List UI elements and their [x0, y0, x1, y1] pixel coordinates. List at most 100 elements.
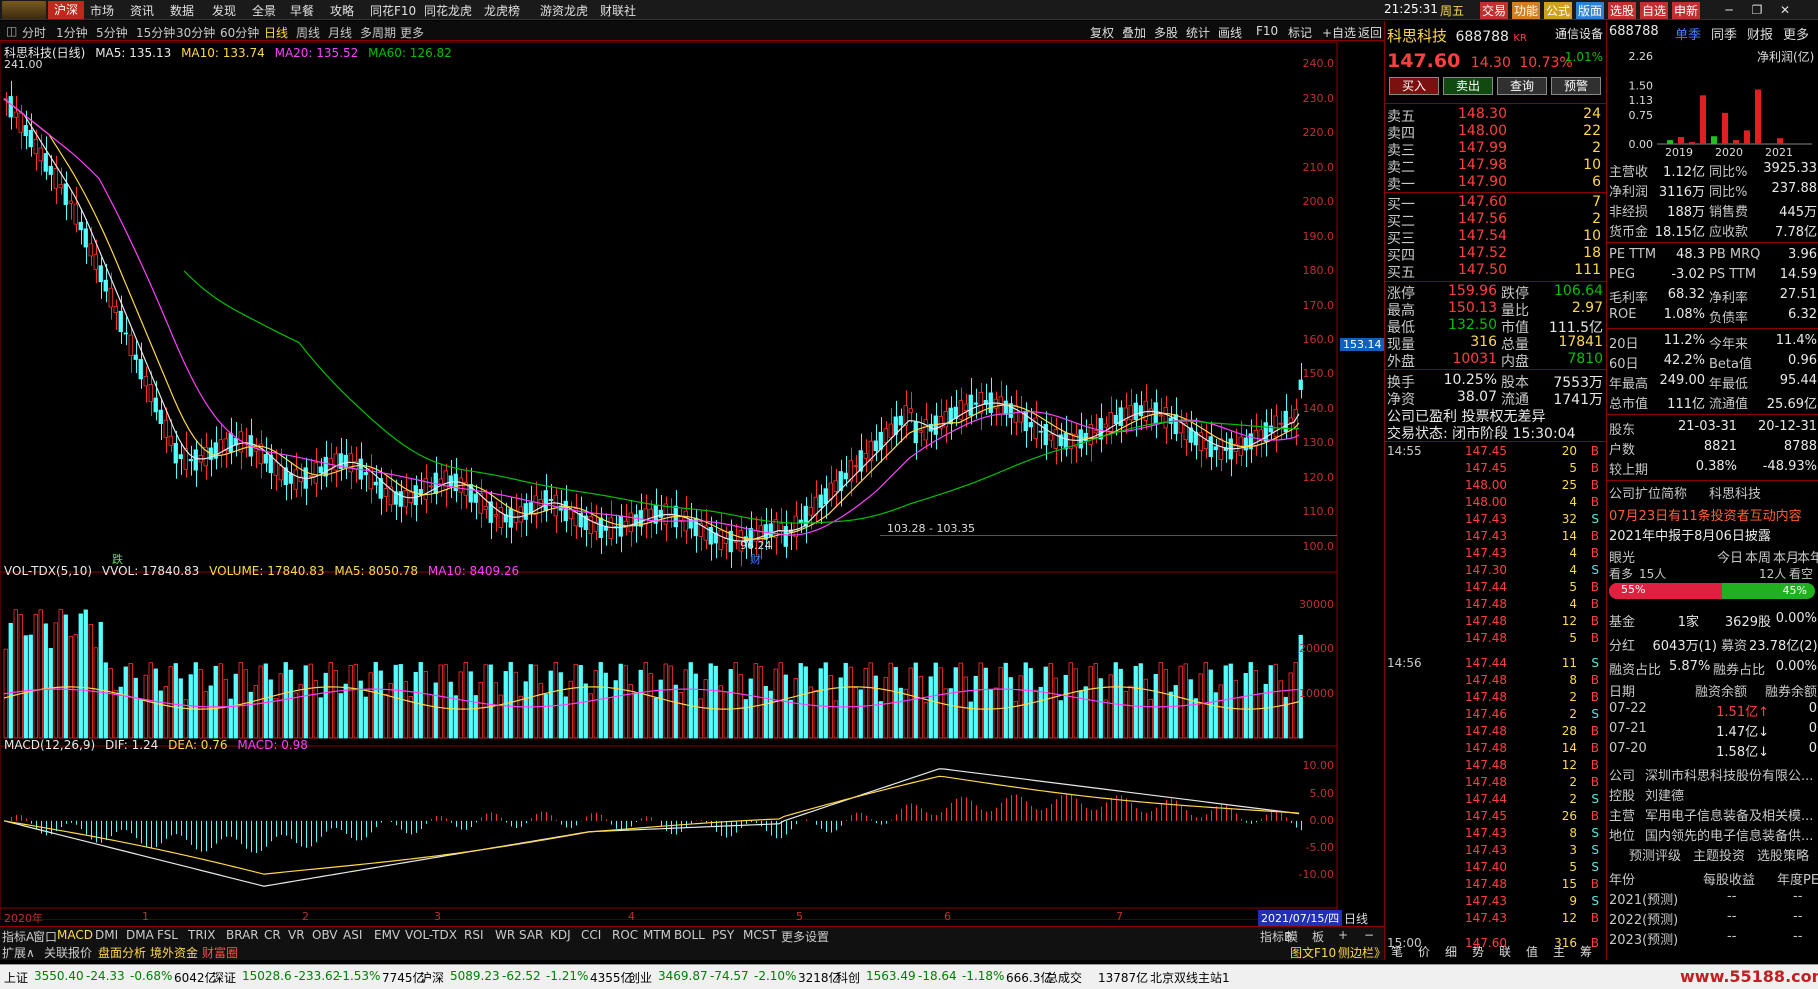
menu-tab-0[interactable]: 交易	[1480, 2, 1509, 19]
period-tab-9[interactable]: 多周期	[360, 24, 396, 41]
server-label[interactable]: 北京双线主站1	[1150, 969, 1230, 986]
bottom-tab-0[interactable]: 扩展∧	[2, 944, 35, 961]
indicator-tab-9[interactable]: VR	[288, 928, 305, 942]
sell-button[interactable]: 卖出	[1443, 77, 1493, 95]
period-tab-2[interactable]: 5分钟	[96, 24, 128, 41]
menu-item-10[interactable]: 游资龙虎	[540, 2, 588, 19]
menu-item-0[interactable]: 市场	[90, 2, 114, 19]
buy-button[interactable]: 买入	[1389, 77, 1439, 95]
f10-tab-0[interactable]: 单季	[1675, 24, 1701, 43]
menu-item-1[interactable]: 资讯	[130, 2, 154, 19]
toolbar-action-4[interactable]: 画线	[1218, 24, 1242, 41]
menu-tab-3[interactable]: 版面	[1576, 2, 1605, 19]
menu-item-hushen[interactable]: 沪深	[48, 1, 85, 19]
minimize-icon[interactable]: ─	[1718, 1, 1740, 19]
indicator-right-3[interactable]: +	[1338, 928, 1348, 942]
period-tab-8[interactable]: 月线	[328, 24, 352, 41]
quote-tab-7[interactable]: 筹	[1580, 943, 1592, 960]
quote-tab-0[interactable]: 笔	[1391, 943, 1403, 960]
bottom-tab-1[interactable]: 关联报价	[44, 944, 92, 961]
kline-chart-svg[interactable]	[0, 41, 1384, 921]
close-icon[interactable]: ✕	[1774, 1, 1796, 19]
indicator-tab-11[interactable]: ASI	[343, 928, 362, 942]
toolbar-action-8[interactable]: 返回	[1358, 24, 1382, 41]
bottom-tab-4[interactable]: 财富圈	[202, 944, 238, 961]
indicator-tab-10[interactable]: OBV	[312, 928, 338, 942]
menu-item-8[interactable]: 同花龙虎	[424, 2, 472, 19]
eye-year[interactable]: 本年	[1797, 547, 1818, 566]
eye-month[interactable]: 本月	[1773, 547, 1799, 566]
industry-label[interactable]: 通信设备	[1555, 25, 1603, 42]
toolbar-action-3[interactable]: 统计	[1186, 24, 1210, 41]
kline-chart-area[interactable]: 科思科技(日线) MA5: 135.13 MA10: 133.74 MA20: …	[0, 41, 1385, 926]
toolbar-action-7[interactable]: +自选	[1322, 24, 1356, 41]
menu-item-9[interactable]: 龙虎榜	[484, 2, 520, 19]
index-name[interactable]: 沪深	[420, 969, 444, 986]
indicator-tab-19[interactable]: ROC	[612, 928, 638, 942]
indicator-tab-18[interactable]: CCI	[581, 928, 601, 942]
menu-item-7[interactable]: 同花F10	[370, 2, 416, 19]
menu-tab-4[interactable]: 选股	[1608, 2, 1637, 19]
menu-tab-1[interactable]: 功能	[1512, 2, 1541, 19]
index-name[interactable]: 科创	[836, 969, 860, 986]
period-tab-0[interactable]: 分时	[22, 24, 46, 41]
quote-tab-3[interactable]: 势	[1472, 943, 1484, 960]
indicator-tab-15[interactable]: WR	[495, 928, 515, 942]
menu-item-11[interactable]: 财联社	[600, 2, 636, 19]
query-button[interactable]: 查询	[1497, 77, 1547, 95]
period-tab-6[interactable]: 日线	[264, 24, 288, 41]
indicator-tab-4[interactable]: DMA	[126, 928, 154, 942]
indicator-tab-3[interactable]: DMI	[95, 928, 118, 942]
menu-item-5[interactable]: 早餐	[290, 2, 314, 19]
indicator-tab-20[interactable]: MTM	[643, 928, 671, 942]
menu-tab-2[interactable]: 公式	[1544, 2, 1573, 19]
f10-tab-1[interactable]: 同季	[1711, 24, 1737, 43]
indicator-tab-23[interactable]: MCST	[743, 928, 777, 942]
indicator-tab-16[interactable]: SAR	[519, 928, 543, 942]
indicator-tab-12[interactable]: EMV	[374, 928, 400, 942]
indicator-tab-8[interactable]: CR	[264, 928, 281, 942]
menu-item-4[interactable]: 全景	[252, 2, 276, 19]
menu-item-2[interactable]: 数据	[170, 2, 194, 19]
eye-week[interactable]: 本周	[1745, 547, 1771, 566]
toolbar-action-1[interactable]: 叠加	[1122, 24, 1146, 41]
index-name[interactable]: 上证	[4, 969, 28, 986]
bottom-right-1[interactable]: 侧边栏》	[1338, 944, 1386, 961]
indicator-tab-5[interactable]: FSL	[157, 928, 178, 942]
indicator-tab-21[interactable]: BOLL	[674, 928, 705, 942]
period-tab-10[interactable]: 更多	[400, 24, 424, 41]
bottom-right-0[interactable]: 图文F10	[1290, 944, 1336, 961]
indicator-tab-13[interactable]: VOL-TDX	[405, 928, 457, 942]
indicator-tab-7[interactable]: BRAR	[226, 928, 259, 942]
period-tab-5[interactable]: 60分钟	[220, 24, 259, 41]
toolbar-action-0[interactable]: 复权	[1090, 24, 1114, 41]
indicator-right-4[interactable]: −	[1364, 928, 1374, 942]
f10-link-0[interactable]: 预测评级	[1629, 845, 1681, 864]
index-name[interactable]: 创业	[628, 969, 652, 986]
indicator-tab-17[interactable]: KDJ	[550, 928, 571, 942]
period-tab-4[interactable]: 30分钟	[176, 24, 215, 41]
indicator-tab-14[interactable]: RSI	[464, 928, 484, 942]
period-tab-1[interactable]: 1分钟	[56, 24, 88, 41]
restore-icon[interactable]: ❐	[1746, 1, 1768, 19]
menu-item-3[interactable]: 发现	[212, 2, 236, 19]
toolbar-grid-icon[interactable]: ◫	[6, 24, 17, 38]
quote-tab-1[interactable]: 价	[1418, 943, 1430, 960]
alert-button[interactable]: 预警	[1551, 77, 1601, 95]
bottom-tab-3[interactable]: 境外资金	[150, 944, 198, 961]
indicator-tab-2[interactable]: MACD	[57, 928, 93, 942]
period-tab-7[interactable]: 周线	[296, 24, 320, 41]
quote-tab-2[interactable]: 细	[1445, 943, 1457, 960]
toolbar-action-6[interactable]: 标记	[1288, 24, 1312, 41]
notice-interaction[interactable]: 07月23日有11条投资者互动内容	[1609, 505, 1817, 524]
toolbar-action-5[interactable]: F10	[1256, 24, 1278, 38]
quote-tab-5[interactable]: 值	[1526, 943, 1538, 960]
f10-tab-2[interactable]: 财报	[1747, 24, 1773, 43]
quote-tab-4[interactable]: 联	[1499, 943, 1511, 960]
menu-item-6[interactable]: 攻略	[330, 2, 354, 19]
indicator-tab-22[interactable]: PSY	[712, 928, 734, 942]
eye-today[interactable]: 今日	[1717, 547, 1743, 566]
menu-tab-5[interactable]: 自选	[1640, 2, 1669, 19]
f10-tab-3[interactable]: 更多	[1783, 24, 1809, 43]
bottom-tab-2[interactable]: 盘面分析	[98, 944, 146, 961]
